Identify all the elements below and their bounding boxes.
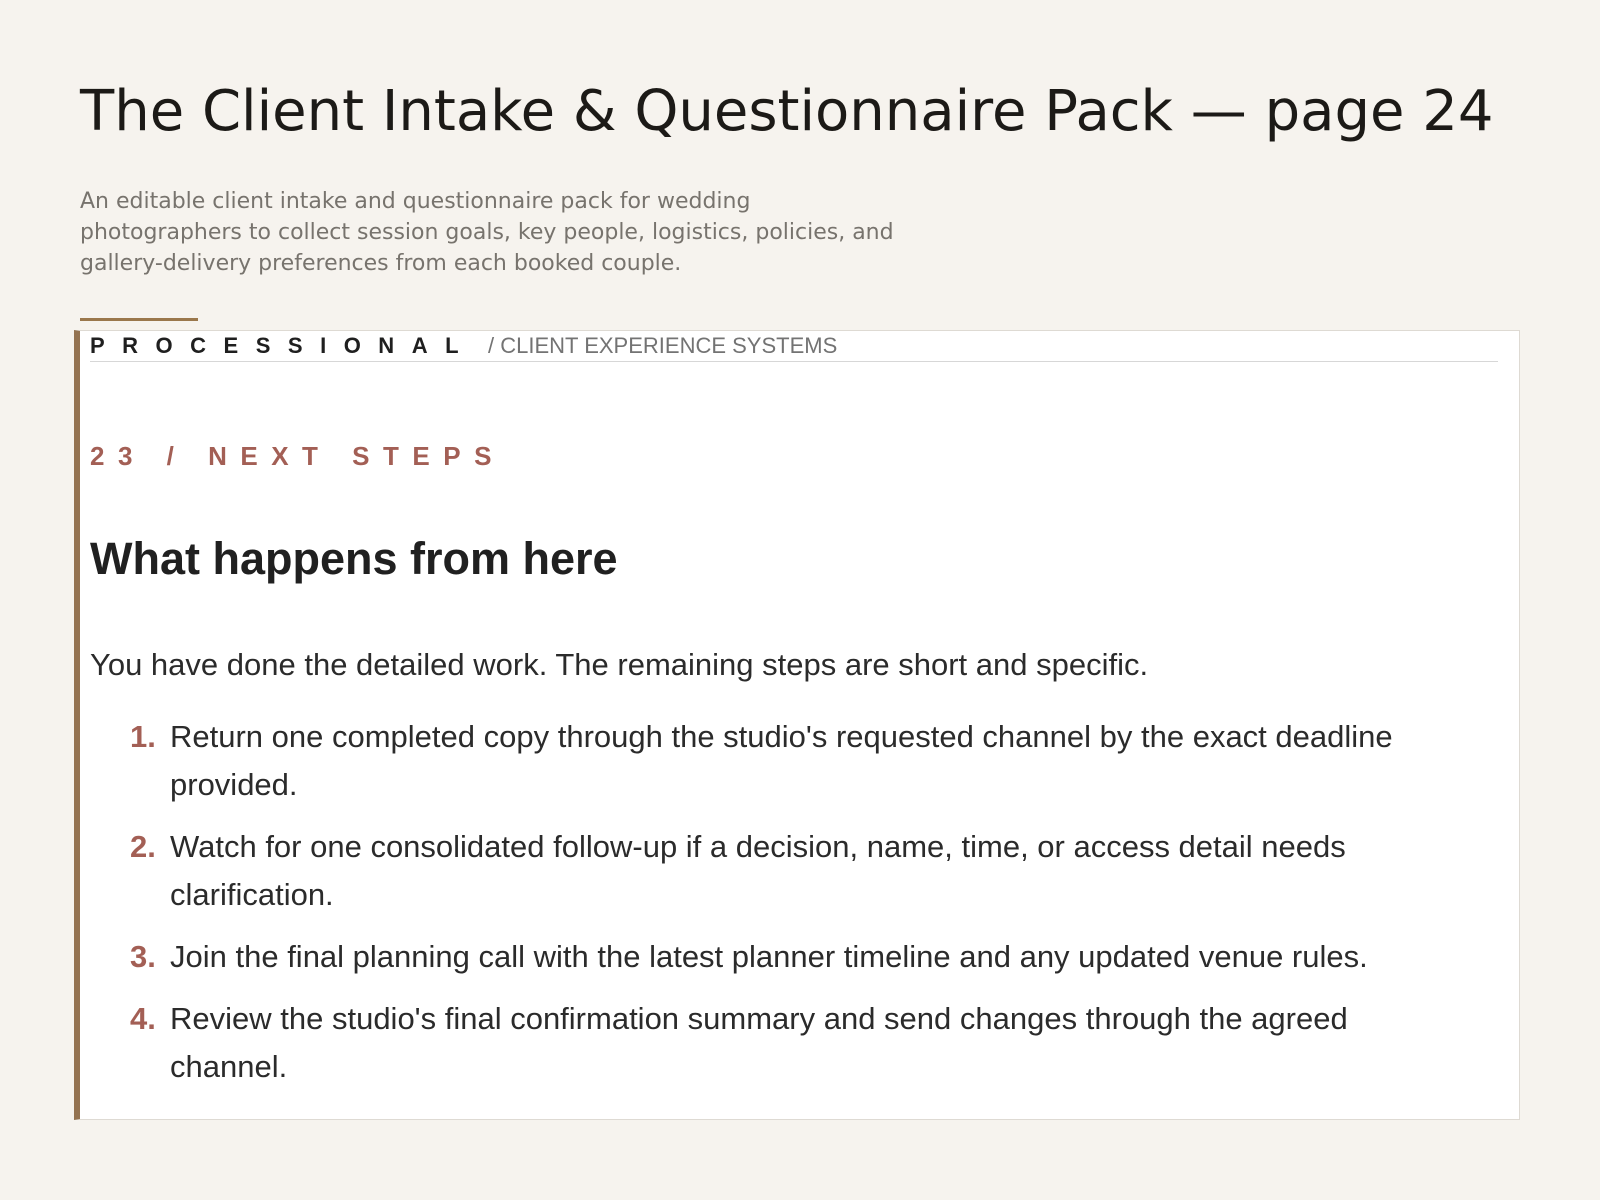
section-eyebrow: 23 / NEXT STEPS: [90, 441, 505, 471]
next-steps-list: 1. Return one completed copy through the…: [130, 713, 1470, 1105]
document-header: PROCESSIONAL / CLIENT EXPERIENCE SYSTEMS: [90, 331, 1498, 362]
step-number: 3.: [130, 939, 156, 974]
step-number: 4.: [130, 1001, 156, 1036]
page-subtitle: An editable client intake and questionna…: [80, 189, 894, 276]
step-item: 3. Join the final planning call with the…: [130, 933, 1470, 981]
step-item: 2. Watch for one consolidated follow-up …: [130, 823, 1470, 919]
step-text: Join the final planning call with the la…: [170, 939, 1368, 974]
document-heading: What happens from here: [90, 533, 618, 584]
page-title: The Client Intake & Questionnaire Pack —…: [80, 79, 1494, 144]
accent-divider: [80, 318, 198, 321]
step-text: Review the studio's final confirmation s…: [170, 1001, 1348, 1084]
step-item: 1. Return one completed copy through the…: [130, 713, 1470, 809]
section-path: / CLIENT EXPERIENCE SYSTEMS: [488, 333, 838, 358]
step-number: 1.: [130, 719, 156, 754]
step-text: Watch for one consolidated follow-up if …: [170, 829, 1346, 912]
document-intro: You have done the detailed work. The rem…: [90, 647, 1149, 682]
step-item: 4. Review the studio's final confirmatio…: [130, 995, 1470, 1091]
step-number: 2.: [130, 829, 156, 864]
brand-wordmark: PROCESSIONAL: [90, 333, 477, 358]
document-preview: PROCESSIONAL / CLIENT EXPERIENCE SYSTEMS…: [74, 330, 1520, 1120]
step-text: Return one completed copy through the st…: [170, 719, 1393, 802]
